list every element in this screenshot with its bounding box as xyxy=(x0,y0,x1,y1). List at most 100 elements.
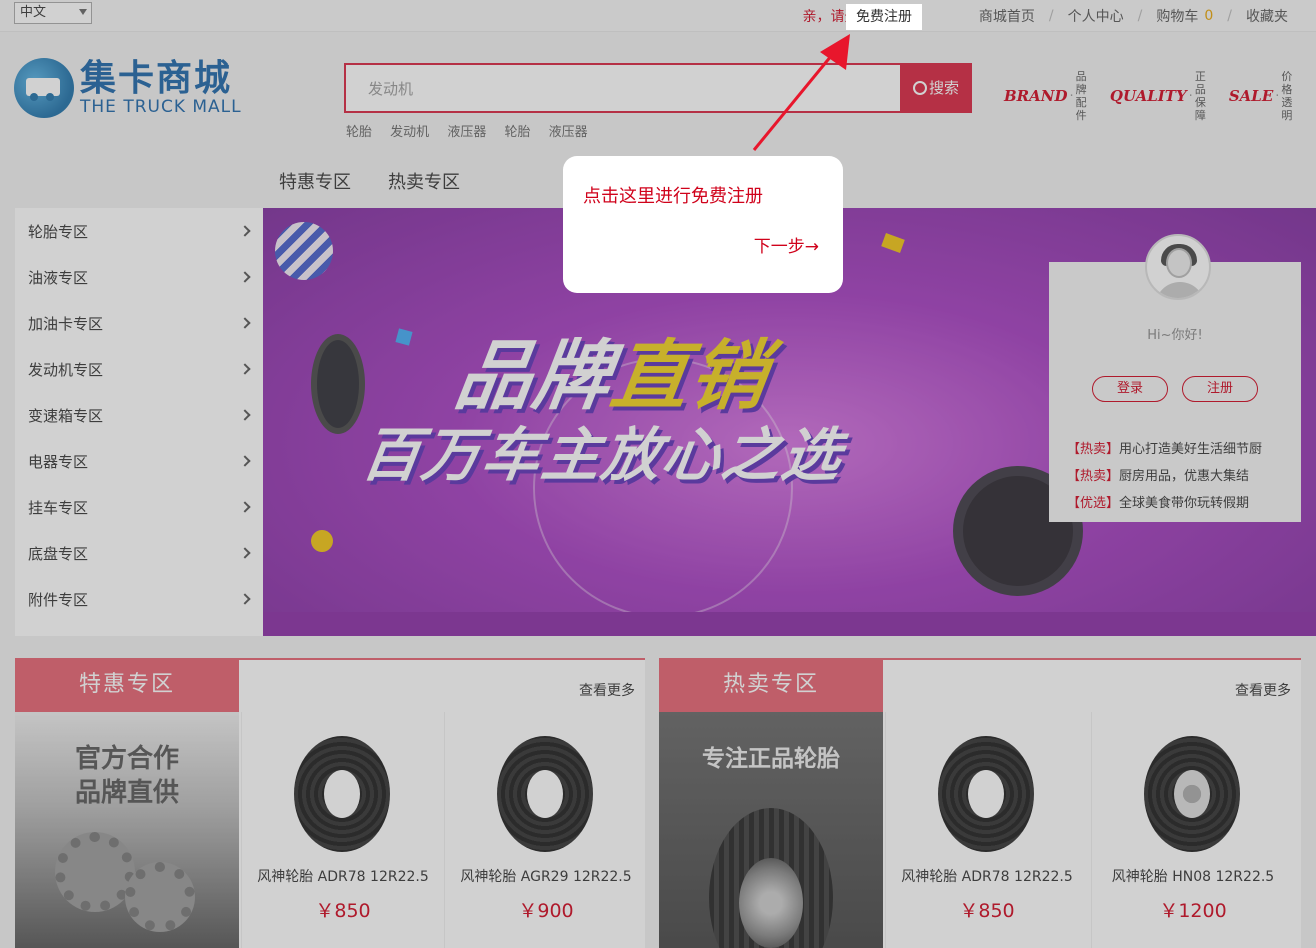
category-label: 挂车专区 xyxy=(28,498,89,517)
tire-image xyxy=(497,736,593,852)
category-label: 轮胎专区 xyxy=(28,222,89,241)
news-text: 全球美食带你玩转假期 xyxy=(1119,496,1250,511)
news-item[interactable]: 【热卖】厨房用品，优惠大集结 xyxy=(1067,463,1262,490)
section-title: 热卖专区 xyxy=(659,658,883,712)
hot-keyword[interactable]: 液压器 xyxy=(447,125,486,140)
view-more-link[interactable]: 查看更多 xyxy=(1235,680,1291,700)
news-item[interactable]: 【优选】全球美食带你玩转假期 xyxy=(1067,490,1262,517)
tire-image xyxy=(709,808,833,948)
divider: / xyxy=(1137,8,1143,24)
badge-quality: QUALITY · 正品 保障 xyxy=(1109,70,1206,122)
language-select[interactable]: 中文 xyxy=(14,2,92,24)
register-button[interactable]: 注册 xyxy=(1182,376,1258,402)
promo-text: 品牌直供 xyxy=(74,778,179,808)
product-price: ￥900 xyxy=(518,900,574,922)
promo-image[interactable]: 官方合作 品牌直供 xyxy=(15,712,239,948)
hot-keyword[interactable]: 液压器 xyxy=(549,125,588,140)
hot-keyword[interactable]: 发动机 xyxy=(390,125,429,140)
nav-item-specials[interactable]: 特惠专区 xyxy=(279,168,351,194)
category-item[interactable]: 变速箱专区 xyxy=(15,392,263,438)
category-item[interactable]: 发动机专区 xyxy=(15,346,263,392)
language-label: 中文 xyxy=(20,5,47,20)
tire-image xyxy=(294,736,390,852)
badge-sub: 价格 xyxy=(1281,70,1293,96)
category-label: 变速箱专区 xyxy=(28,406,104,425)
category-item[interactable]: 轮胎专区 xyxy=(15,208,263,254)
top-bar: 中文 亲，请登录 免费注册 商城首页 / 个人中心 / 购物车 0 / 收藏夹 xyxy=(0,0,1316,32)
category-item[interactable]: 底盘专区 xyxy=(15,530,263,576)
category-item[interactable]: 加油卡专区 xyxy=(15,300,263,346)
hot-keyword[interactable]: 轮胎 xyxy=(346,125,372,140)
cart-link[interactable]: 购物车 xyxy=(1156,6,1198,26)
category-item[interactable]: 油液专区 xyxy=(15,254,263,300)
category-item[interactable]: 附件专区 xyxy=(15,576,263,622)
banner-headline-part: 品牌 xyxy=(449,331,619,420)
news-item[interactable]: 【热卖】用心打造美好生活细节厨 xyxy=(1067,436,1262,463)
badge-brand: BRAND · 品牌 配件 xyxy=(1004,70,1087,122)
home-link[interactable]: 商城首页 xyxy=(979,6,1035,26)
product-card[interactable]: 风神轮胎 AGR29 12R22.5 ￥900 xyxy=(444,712,647,948)
badge-sale: SALE · 价格 透明 xyxy=(1228,70,1293,122)
category-item[interactable]: 挂车专区 xyxy=(15,484,263,530)
chevron-right-icon xyxy=(239,593,251,605)
category-label: 油液专区 xyxy=(28,268,89,287)
product-name: 风神轮胎 ADR78 12R22.5 xyxy=(257,869,429,885)
category-label: 发动机专区 xyxy=(28,360,104,379)
divider xyxy=(960,8,964,24)
chevron-down-icon xyxy=(79,9,87,15)
category-label: 附件专区 xyxy=(28,590,89,609)
login-button[interactable]: 登录 xyxy=(1092,376,1168,402)
product-price: ￥850 xyxy=(315,900,371,922)
chevron-right-icon xyxy=(239,455,251,467)
banner-headline-highlight: 直销 xyxy=(605,331,775,420)
gear-icon xyxy=(55,832,135,912)
hot-keywords: 轮胎 发动机 液压器 轮胎 液压器 xyxy=(346,121,602,140)
news-tag: 【优选】 xyxy=(1067,496,1120,511)
badge-title: SALE xyxy=(1228,87,1274,105)
register-link-highlight[interactable]: 免费注册 xyxy=(846,4,922,30)
product-card[interactable]: 风神轮胎 ADR78 12R22.5 ￥850 xyxy=(885,712,1088,948)
view-more-link[interactable]: 查看更多 xyxy=(579,680,635,700)
product-name: 风神轮胎 AGR29 12R22.5 xyxy=(460,869,632,885)
user-card: Hi~你好! 登录 注册 【热卖】用心打造美好生活细节厨 【热卖】厨房用品，优惠… xyxy=(1049,234,1301,522)
hot-keyword[interactable]: 轮胎 xyxy=(504,125,530,140)
product-card[interactable]: 风神轮胎 ADR78 12R22.5 ￥850 xyxy=(241,712,444,948)
search-button[interactable]: 搜索 xyxy=(900,63,972,113)
banner-subheadline: 百万车主放心之选 xyxy=(357,421,848,489)
category-item[interactable]: 电器专区 xyxy=(15,438,263,484)
chevron-right-icon xyxy=(239,225,251,237)
news-tag: 【热卖】 xyxy=(1067,442,1120,457)
chevron-right-icon xyxy=(239,501,251,513)
tire-image xyxy=(938,736,1034,852)
chevron-right-icon xyxy=(239,363,251,375)
divider: / xyxy=(1048,8,1054,24)
promo-image[interactable]: 专注正品轮胎 xyxy=(659,712,883,948)
badge-sub: 品牌 xyxy=(1075,70,1087,96)
account-link[interactable]: 个人中心 xyxy=(1068,6,1124,26)
badge-sub: 正品 xyxy=(1194,70,1206,96)
category-label: 底盘专区 xyxy=(28,544,89,563)
badge-sub: 保障 xyxy=(1194,96,1206,122)
specials-section: 特惠专区 查看更多 官方合作 品牌直供 风神轮胎 ADR78 12R22.5 ￥8… xyxy=(15,658,645,948)
hot-section: 热卖专区 查看更多 专注正品轮胎 风神轮胎 ADR78 12R22.5 ￥850… xyxy=(659,658,1301,948)
badge-title: BRAND xyxy=(1004,87,1068,105)
news-list: 【热卖】用心打造美好生活细节厨 【热卖】厨房用品，优惠大集结 【优选】全球美食带… xyxy=(1067,436,1262,517)
product-card[interactable]: 风神轮胎 HN08 12R22.5 ￥1200 xyxy=(1091,712,1294,948)
gem-decoration xyxy=(881,233,905,253)
promo-text: 专注正品轮胎 xyxy=(702,746,840,772)
product-price: ￥850 xyxy=(959,900,1015,922)
pointer-arrow-icon xyxy=(752,34,850,151)
badge-sub: 配件 xyxy=(1075,96,1087,122)
next-step-button[interactable]: 下一步→ xyxy=(754,232,819,257)
nav-item-hot[interactable]: 热卖专区 xyxy=(388,168,460,194)
search-box: 搜索 xyxy=(344,63,972,113)
avatar xyxy=(1145,234,1211,300)
coin-decoration xyxy=(307,526,337,556)
chevron-right-icon xyxy=(239,271,251,283)
tire-decoration xyxy=(311,334,365,434)
cart-count: 0 xyxy=(1204,8,1214,24)
cube-decoration xyxy=(395,328,413,346)
site-logo[interactable]: 集卡商城 THE TRUCK MALL xyxy=(14,58,242,118)
truck-logo-icon xyxy=(14,58,74,118)
favorites-link[interactable]: 收藏夹 xyxy=(1246,6,1288,26)
